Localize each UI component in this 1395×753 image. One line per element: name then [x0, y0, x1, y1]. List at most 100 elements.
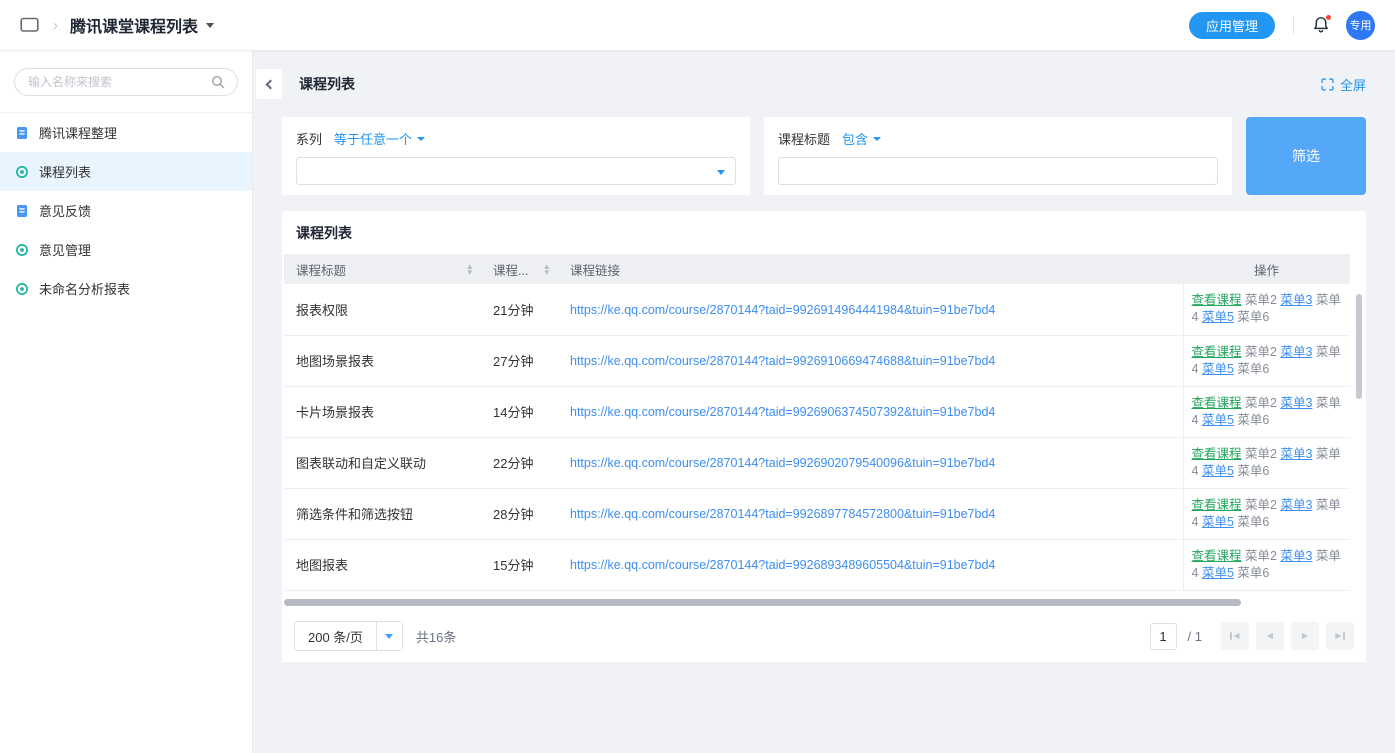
main-content: 课程列表 全屏 系列 等于任意一个 课程标题 — [254, 51, 1395, 753]
column-header: 操作 — [1183, 254, 1350, 284]
column-header: 课程链接 — [558, 254, 1183, 284]
course-title-cell: 图表联动和自定义联动 — [284, 437, 481, 488]
search-input[interactable] — [14, 68, 238, 96]
sidebar-item[interactable]: 未命名分析报表 — [0, 269, 252, 308]
series-select[interactable] — [296, 157, 736, 185]
course-duration-cell: 15分钟 — [481, 539, 558, 590]
fullscreen-button[interactable]: 全屏 — [1321, 75, 1366, 94]
vertical-scrollbar[interactable] — [1356, 294, 1362, 399]
avatar[interactable]: 专用 — [1346, 11, 1375, 40]
sidebar-item[interactable]: 课程列表 — [0, 152, 252, 191]
sort-icon[interactable]: ▴▾ — [467, 263, 472, 275]
topbar-right: 应用管理 专用 — [1189, 11, 1375, 40]
series-operator-dropdown[interactable]: 等于任意一个 — [334, 129, 425, 148]
actions-cell: 查看课程 菜单2 菜单3 菜单4 菜单5 菜单6 — [1183, 437, 1350, 488]
sidebar-search — [0, 51, 252, 113]
menu-action[interactable]: 菜单6 — [1237, 464, 1269, 478]
course-title-cell: 报表权限 — [284, 284, 481, 335]
series-operator-label: 等于任意一个 — [334, 129, 412, 148]
sidebar-item[interactable]: 意见管理 — [0, 230, 252, 269]
sidebar-item[interactable]: 腾讯课程整理 — [0, 113, 252, 152]
total-count: 共16条 — [416, 627, 456, 646]
menu-action[interactable]: 菜单3 — [1280, 293, 1312, 307]
dashboard-icon — [15, 282, 29, 296]
first-page-button[interactable]: ◀ — [1221, 622, 1249, 650]
menu-action[interactable]: 菜单3 — [1280, 549, 1312, 563]
course-link-cell: https://ke.qq.com/course/2870144?taid=99… — [558, 386, 1183, 437]
view-course-action[interactable]: 查看课程 — [1192, 447, 1242, 461]
menu-action[interactable]: 菜单2 — [1245, 498, 1277, 512]
actions-cell: 查看课程 菜单2 菜单3 菜单4 菜单5 菜单6 — [1183, 335, 1350, 386]
column-header[interactable]: 课程... ▴▾ — [481, 254, 558, 284]
menu-action[interactable]: 菜单5 — [1202, 566, 1234, 580]
search-icon[interactable] — [211, 75, 225, 89]
bell-icon[interactable] — [1312, 16, 1330, 34]
menu-action[interactable]: 菜单6 — [1237, 362, 1269, 376]
course-duration-cell: 14分钟 — [481, 386, 558, 437]
menu-action[interactable]: 菜单2 — [1245, 396, 1277, 410]
view-course-action[interactable]: 查看课程 — [1192, 396, 1242, 410]
divider — [1293, 16, 1294, 34]
form-icon — [15, 204, 29, 218]
menu-action[interactable]: 菜单5 — [1202, 310, 1234, 324]
column-header-label: 操作 — [1254, 264, 1279, 278]
next-page-button[interactable]: ▶ — [1291, 622, 1319, 650]
menu-action[interactable]: 菜单6 — [1237, 566, 1269, 580]
column-header-label: 课程标题 — [296, 264, 346, 278]
course-title-input[interactable] — [778, 157, 1218, 185]
menu-action[interactable]: 菜单3 — [1280, 498, 1312, 512]
menu-action[interactable]: 菜单5 — [1202, 464, 1234, 478]
app-manage-button[interactable]: 应用管理 — [1189, 12, 1275, 39]
course-link[interactable]: https://ke.qq.com/course/2870144?taid=99… — [570, 354, 995, 368]
menu-action[interactable]: 菜单3 — [1280, 447, 1312, 461]
menu-action[interactable]: 菜单2 — [1245, 447, 1277, 461]
column-header-label: 课程... — [493, 264, 528, 278]
chevron-left-icon — [266, 79, 276, 89]
course-link[interactable]: https://ke.qq.com/course/2870144?taid=99… — [570, 456, 995, 470]
menu-action[interactable]: 菜单5 — [1202, 413, 1234, 427]
last-page-button[interactable]: ▶ — [1326, 622, 1354, 650]
page-size-select[interactable]: 200 条/页 — [294, 621, 403, 651]
view-course-action[interactable]: 查看课程 — [1192, 498, 1242, 512]
menu-action[interactable]: 菜单6 — [1237, 515, 1269, 529]
course-table-card: 课程列表 课程标题▴▾课程...▴▾课程链接操作 报表权限21分钟https:/… — [282, 211, 1366, 662]
menu-action[interactable]: 菜单2 — [1245, 345, 1277, 359]
column-header-label: 课程链接 — [570, 264, 620, 278]
title-operator-dropdown[interactable]: 包含 — [842, 129, 881, 148]
course-link[interactable]: https://ke.qq.com/course/2870144?taid=99… — [570, 303, 995, 317]
dashboard-icon — [15, 165, 29, 179]
course-title-cell: 卡片场景报表 — [284, 386, 481, 437]
view-course-action[interactable]: 查看课程 — [1192, 549, 1242, 563]
menu-action[interactable]: 菜单5 — [1202, 362, 1234, 376]
app-title-dropdown[interactable]: 腾讯课堂课程列表 — [70, 13, 214, 37]
sidebar-item-label: 未命名分析报表 — [39, 279, 130, 298]
horizontal-scrollbar[interactable] — [284, 599, 1241, 606]
sort-icon[interactable]: ▴▾ — [544, 263, 549, 275]
sidebar-item[interactable]: 意见反馈 — [0, 191, 252, 230]
prev-page-button[interactable]: ◀ — [1256, 622, 1284, 650]
column-header[interactable]: 课程标题 ▴▾ — [284, 254, 481, 284]
course-link-cell: https://ke.qq.com/course/2870144?taid=99… — [558, 335, 1183, 386]
page-total: / 1 — [1188, 629, 1202, 644]
course-link[interactable]: https://ke.qq.com/course/2870144?taid=99… — [570, 507, 995, 521]
caret-down-icon[interactable] — [376, 622, 402, 650]
menu-action[interactable]: 菜单3 — [1280, 396, 1312, 410]
view-course-action[interactable]: 查看课程 — [1192, 345, 1242, 359]
course-link[interactable]: https://ke.qq.com/course/2870144?taid=99… — [570, 558, 995, 572]
page-size-value: 200 条/页 — [295, 627, 376, 646]
back-button[interactable] — [256, 69, 282, 99]
menu-action[interactable]: 菜单5 — [1202, 515, 1234, 529]
page-input[interactable]: 1 — [1150, 623, 1177, 650]
course-link[interactable]: https://ke.qq.com/course/2870144?taid=99… — [570, 405, 995, 419]
chevron-right-icon: › — [53, 17, 58, 34]
menu-action[interactable]: 菜单2 — [1245, 293, 1277, 307]
menu-action[interactable]: 菜单2 — [1245, 549, 1277, 563]
menu-action[interactable]: 菜单3 — [1280, 345, 1312, 359]
filter-submit-button[interactable]: 筛选 — [1246, 117, 1366, 195]
menu-action[interactable]: 菜单6 — [1237, 413, 1269, 427]
window-icon[interactable] — [20, 17, 39, 33]
view-course-action[interactable]: 查看课程 — [1192, 293, 1242, 307]
dashboard-icon — [15, 243, 29, 257]
app-title: 腾讯课堂课程列表 — [70, 13, 198, 37]
menu-action[interactable]: 菜单6 — [1237, 310, 1269, 324]
